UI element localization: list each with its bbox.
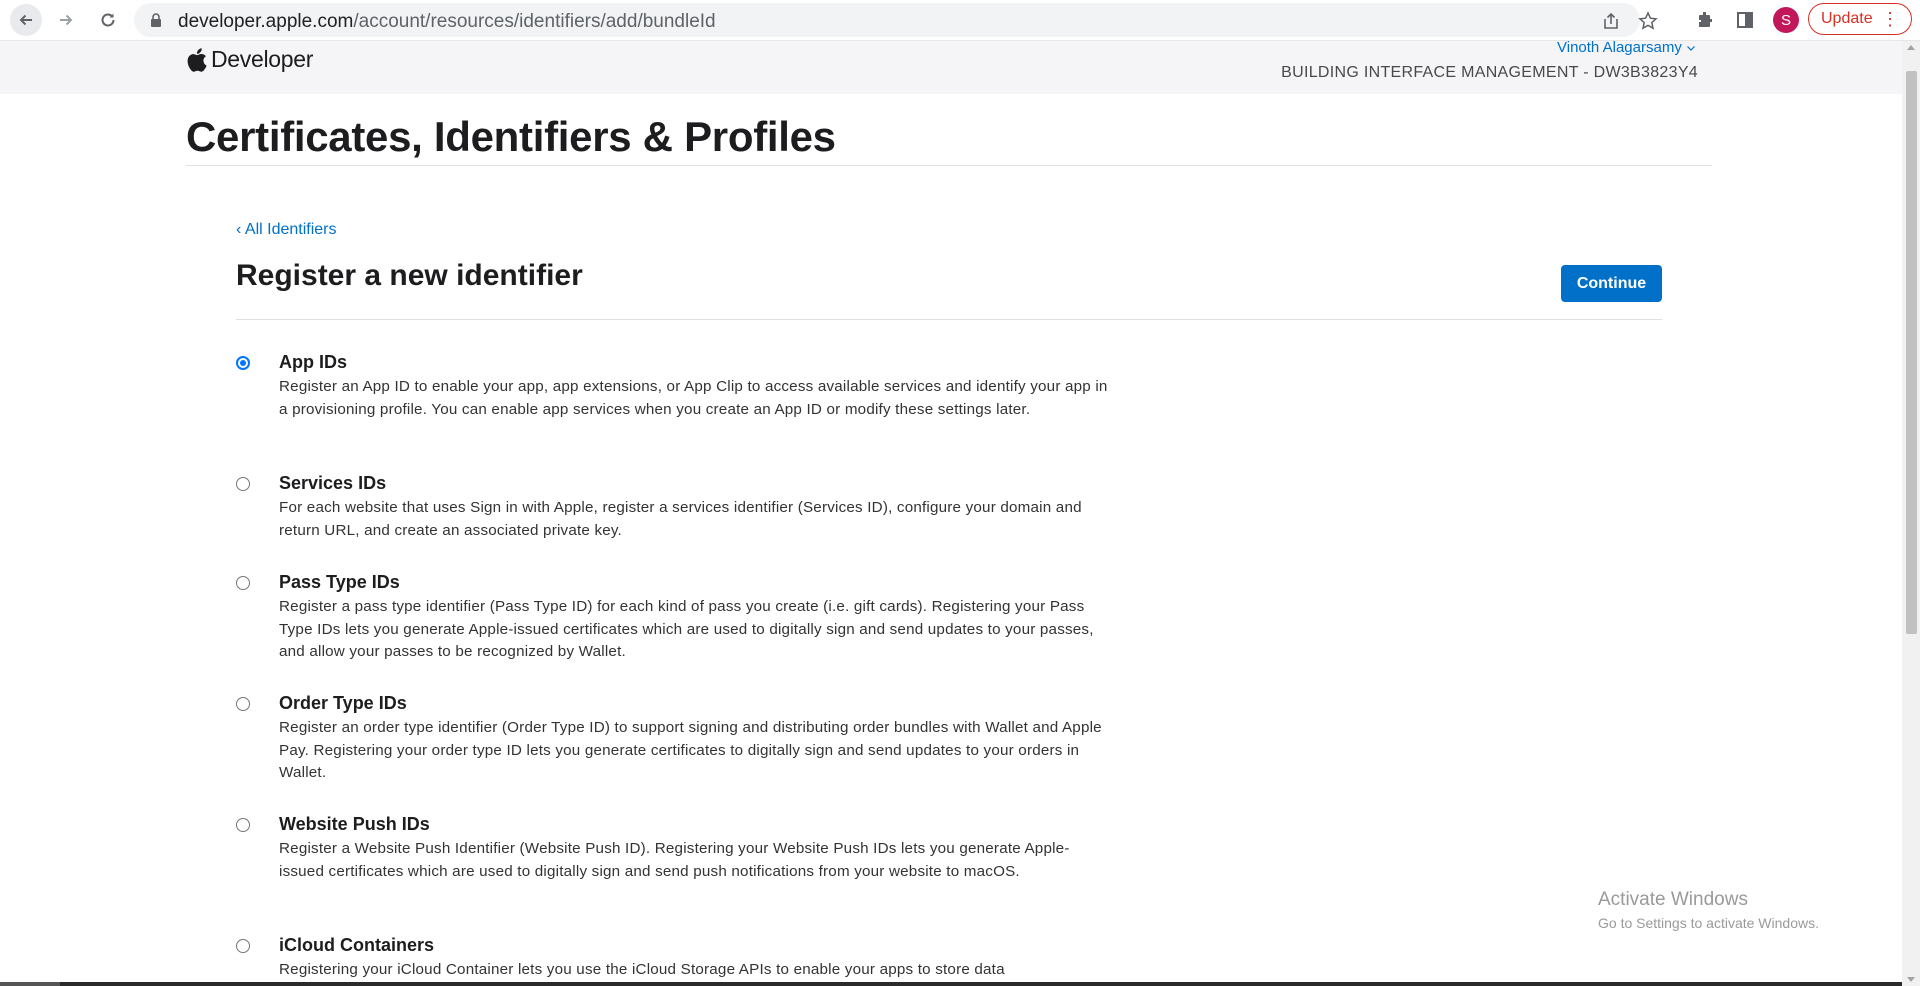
scroll-thumb[interactable] bbox=[1906, 71, 1917, 634]
all-identifiers-link[interactable]: ‹ All Identifiers bbox=[236, 221, 336, 239]
reload-icon[interactable] bbox=[92, 4, 124, 36]
update-label: Update bbox=[1821, 10, 1873, 27]
option-title: iCloud Containers bbox=[279, 935, 435, 955]
apple-logo-icon bbox=[187, 47, 207, 72]
watermark-line-1: Activate Windows bbox=[1598, 889, 1748, 910]
page-title: Certificates, Identifiers & Profiles bbox=[186, 113, 836, 160]
developer-header: Developer Vinoth Alagarsamy BUILDING INT… bbox=[0, 39, 1902, 94]
extensions-icon[interactable] bbox=[1693, 8, 1717, 32]
section-title: Register a new identifier bbox=[236, 259, 583, 292]
radio-icloud-containers[interactable] bbox=[236, 939, 250, 953]
url-host: developer.apple.com bbox=[178, 11, 354, 32]
option-description: Register a Website Push Identifier (Webs… bbox=[279, 840, 1070, 880]
side-panel-icon[interactable] bbox=[1733, 8, 1757, 32]
bottom-edge-left bbox=[0, 982, 60, 986]
radio-pass-type-ids[interactable] bbox=[236, 576, 250, 590]
section-divider bbox=[236, 319, 1662, 320]
share-icon[interactable] bbox=[1600, 10, 1622, 32]
watermark-line-2: Go to Settings to activate Windows. bbox=[1598, 915, 1819, 931]
title-divider bbox=[186, 165, 1712, 166]
team-name: BUILDING INTERFACE MANAGEMENT - DW3B3823… bbox=[1281, 64, 1698, 81]
option-description: Register an App ID to enable your app, a… bbox=[279, 378, 1108, 418]
option-title: Services IDs bbox=[279, 473, 387, 493]
option-description: For each website that uses Sign in with … bbox=[279, 499, 1082, 539]
more-menu-icon[interactable]: ⋮ bbox=[1881, 10, 1899, 28]
radio-services-ids[interactable] bbox=[236, 477, 250, 491]
address-bar[interactable]: developer.apple.com/account/resources/id… bbox=[134, 3, 1658, 37]
option-description: Register an order type identifier (Order… bbox=[279, 719, 1102, 781]
option-title: Website Push IDs bbox=[279, 814, 430, 834]
radio-order-type-ids[interactable] bbox=[236, 697, 250, 711]
lock-icon[interactable] bbox=[150, 13, 162, 32]
developer-logo[interactable]: Developer bbox=[187, 46, 313, 73]
radio-app-ids[interactable] bbox=[236, 356, 250, 370]
url-path: /account/resources/identifiers/add/bundl… bbox=[353, 11, 716, 32]
bookmark-star-icon[interactable] bbox=[1637, 10, 1659, 32]
browser-toolbar: developer.apple.com/account/resources/id… bbox=[0, 0, 1920, 41]
forward-arrow-icon[interactable] bbox=[50, 4, 82, 36]
profile-avatar[interactable]: S bbox=[1773, 7, 1799, 33]
option-title: Order Type IDs bbox=[279, 693, 407, 713]
scroll-down-arrow-icon[interactable] bbox=[1907, 977, 1915, 982]
bottom-edge-right bbox=[60, 982, 1902, 986]
chevron-down-icon bbox=[1687, 46, 1695, 51]
bottom-edge bbox=[0, 981, 1902, 986]
update-button[interactable]: Update ⋮ bbox=[1808, 3, 1912, 35]
url-text: developer.apple.com/account/resources/id… bbox=[178, 11, 716, 33]
scroll-up-arrow-icon[interactable] bbox=[1907, 45, 1915, 50]
radio-website-push-ids[interactable] bbox=[236, 818, 250, 832]
user-name: Vinoth Alagarsamy bbox=[1557, 39, 1682, 56]
option-title: Pass Type IDs bbox=[279, 572, 400, 592]
developer-logo-text: Developer bbox=[211, 46, 314, 72]
back-arrow-icon[interactable] bbox=[10, 4, 42, 36]
user-menu[interactable]: Vinoth Alagarsamy bbox=[1557, 39, 1696, 56]
continue-button[interactable]: Continue bbox=[1561, 265, 1662, 302]
option-description: Register a pass type identifier (Pass Ty… bbox=[279, 598, 1094, 660]
option-title: App IDs bbox=[279, 352, 348, 372]
page-scrollbar[interactable] bbox=[1902, 41, 1920, 986]
activate-windows-watermark: Activate Windows Go to Settings to activ… bbox=[1598, 889, 1819, 931]
option-description: Registering your iCloud Container lets y… bbox=[279, 961, 1005, 978]
